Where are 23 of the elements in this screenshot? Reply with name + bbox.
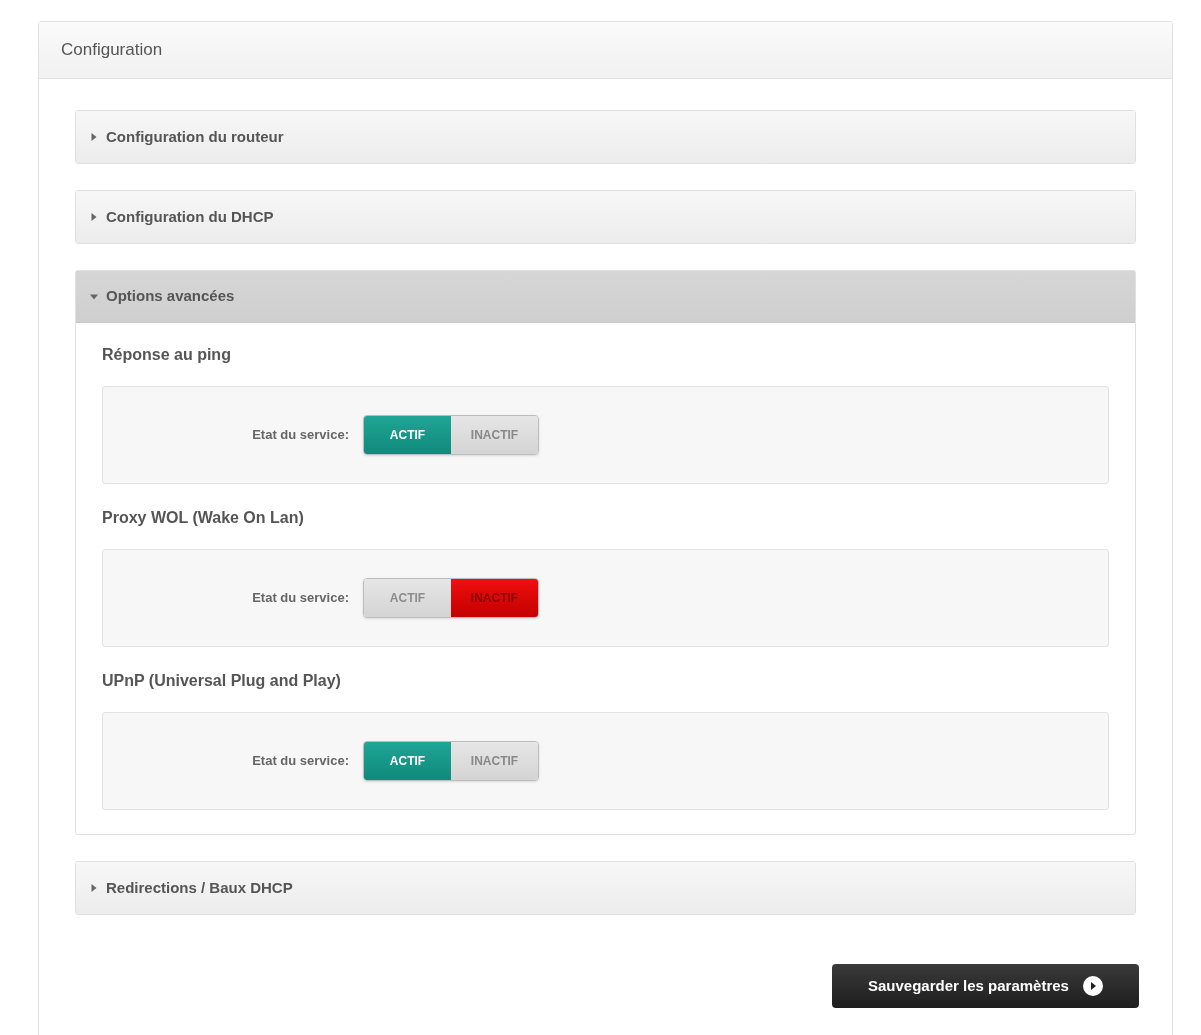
save-button[interactable]: Sauvegarder les paramètres [832,964,1139,1008]
toggle-option[interactable]: ACTIF [364,416,451,454]
play-circle-icon [1082,976,1103,996]
toggle-option[interactable]: INACTIF [451,579,538,617]
toggle-option[interactable]: INACTIF [451,416,538,454]
accordion-header[interactable]: Configuration du DHCP [76,191,1135,243]
accordion-header[interactable]: Options avancées [76,271,1135,323]
section-title: Réponse au ping [102,345,232,365]
caret-right-icon [90,884,98,892]
caret-down-icon [90,292,98,301]
field-label: Etat du service: [251,752,350,771]
accordion-header[interactable]: Redirections / Baux DHCP [76,862,1135,914]
field-label: Etat du service: [251,426,350,445]
toggle-option[interactable]: INACTIF [451,742,538,780]
caret-right-icon [90,213,98,221]
section-title: Proxy WOL (Wake On Lan) [102,508,305,528]
toggle-option[interactable]: ACTIF [364,742,451,780]
field-label: Etat du service: [251,589,350,608]
panel-title: Configuration [61,39,163,62]
accordion-header[interactable]: Configuration du routeur [76,111,1135,163]
section-title: UPnP (Universal Plug and Play) [102,671,342,691]
toggle-option[interactable]: ACTIF [364,579,451,617]
caret-right-icon [90,133,98,141]
